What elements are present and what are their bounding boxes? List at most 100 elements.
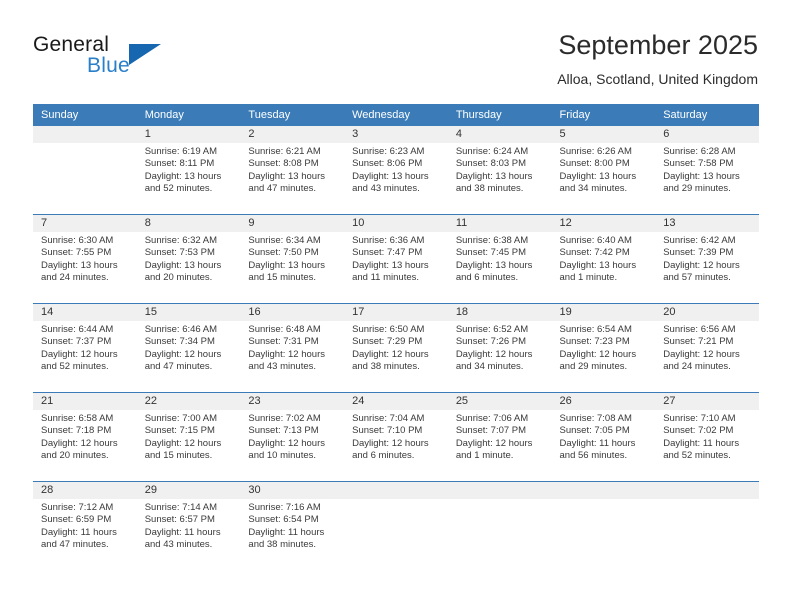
sunset-text: Sunset: 7:07 PM	[455, 425, 527, 437]
day-number	[655, 482, 759, 499]
day-number: 29	[136, 482, 241, 499]
calendar-day-cell[interactable]: 22 Sunrise: 7:00 AM Sunset: 7:15 PM Dayligh…	[136, 392, 241, 482]
sunset-text: Sunset: 7:02 PM	[663, 425, 734, 437]
general-blue-logo[interactable]: General Blue	[33, 33, 213, 88]
day-details: Sunrise: 7:10 AM Sunset: 7:02 PM Daylight:…	[655, 410, 759, 463]
sunset-text: Sunset: 7:39 PM	[663, 247, 734, 259]
day-details: Sunrise: 6:30 AM Sunset: 7:55 PM Daylight:…	[33, 232, 137, 285]
calendar-day-cell[interactable]: 24 Sunrise: 7:04 AM Sunset: 7:10 PM Dayligh…	[344, 392, 448, 482]
calendar-day-cell[interactable]: 13 Sunrise: 6:42 AM Sunset: 7:39 PM Dayligh…	[655, 214, 759, 304]
sunrise-text: Sunrise: 6:23 AM	[352, 146, 425, 157]
day-cell-inner: 28 Sunrise: 7:12 AM Sunset: 6:59 PM Dayligh…	[33, 482, 137, 570]
day-cell-inner	[447, 482, 552, 570]
day-number: 10	[344, 215, 448, 232]
calendar-day-cell[interactable]: 9 Sunrise: 6:34 AM Sunset: 7:50 PM Daylight…	[240, 214, 345, 304]
calendar-day-cell[interactable]: 12 Sunrise: 6:40 AM Sunset: 7:42 PM Dayligh…	[551, 214, 656, 304]
sunset-text: Sunset: 7:18 PM	[41, 425, 112, 437]
sunrise-text: Sunrise: 6:42 AM	[663, 235, 736, 246]
daylight-text: Daylight: 12 hours and 29 minutes.	[559, 348, 637, 373]
daylight-text: Daylight: 13 hours and 52 minutes.	[144, 170, 222, 195]
calendar-day-cell[interactable]: 3 Sunrise: 6:23 AM Sunset: 8:06 PM Daylight…	[344, 126, 448, 215]
sunset-text: Sunset: 8:08 PM	[248, 158, 319, 170]
sunrise-text: Sunrise: 7:00 AM	[144, 413, 218, 424]
calendar-day-cell[interactable]: 4 Sunrise: 6:24 AM Sunset: 8:03 PM Daylight…	[447, 126, 552, 215]
sunrise-text: Sunrise: 6:21 AM	[248, 146, 321, 157]
calendar-day-cell[interactable]: 2 Sunrise: 6:21 AM Sunset: 8:08 PM Daylight…	[240, 126, 345, 215]
day-details: Sunrise: 6:48 AM Sunset: 7:31 PM Daylight:…	[240, 321, 344, 374]
weekday-header-wednesday: Wednesday	[344, 104, 448, 126]
day-details: Sunrise: 6:52 AM Sunset: 7:26 PM Daylight:…	[448, 321, 552, 374]
day-cell-inner: 8 Sunrise: 6:32 AM Sunset: 7:53 PM Daylight…	[136, 215, 241, 303]
calendar-day-cell[interactable]: 26 Sunrise: 7:08 AM Sunset: 7:05 PM Dayligh…	[551, 392, 656, 482]
calendar-day-cell[interactable]: 1 Sunrise: 6:19 AM Sunset: 8:11 PM Daylight…	[136, 126, 241, 215]
day-details: Sunrise: 6:42 AM Sunset: 7:39 PM Daylight:…	[655, 232, 759, 285]
calendar-day-cell[interactable]: 5 Sunrise: 6:26 AM Sunset: 8:00 PM Daylight…	[551, 126, 656, 215]
calendar-day-cell[interactable]: 21 Sunrise: 6:58 AM Sunset: 7:18 PM Dayligh…	[33, 392, 137, 482]
calendar-day-cell[interactable]: 19 Sunrise: 6:54 AM Sunset: 7:23 PM Dayligh…	[551, 303, 656, 393]
day-number: 16	[240, 304, 345, 321]
calendar-day-cell[interactable]: 16 Sunrise: 6:48 AM Sunset: 7:31 PM Dayligh…	[240, 303, 345, 393]
daylight-text: Daylight: 12 hours and 24 minutes.	[663, 348, 740, 373]
day-cell-inner: 2 Sunrise: 6:21 AM Sunset: 8:08 PM Daylight…	[240, 126, 345, 214]
calendar-day-cell[interactable]: 20 Sunrise: 6:56 AM Sunset: 7:21 PM Dayligh…	[655, 303, 759, 393]
sunset-text: Sunset: 7:47 PM	[352, 247, 423, 259]
day-details: Sunrise: 6:26 AM Sunset: 8:00 PM Daylight:…	[552, 143, 656, 196]
calendar-day-cell[interactable]: 18 Sunrise: 6:52 AM Sunset: 7:26 PM Dayligh…	[447, 303, 552, 393]
day-number: 8	[136, 215, 241, 232]
sunset-text: Sunset: 7:29 PM	[352, 336, 423, 348]
daylight-text: Daylight: 11 hours and 47 minutes.	[41, 526, 117, 551]
calendar-day-cell[interactable]: 6 Sunrise: 6:28 AM Sunset: 7:58 PM Daylight…	[655, 126, 759, 215]
sunrise-text: Sunrise: 7:08 AM	[559, 413, 632, 424]
day-number: 22	[136, 393, 241, 410]
sunset-text: Sunset: 7:13 PM	[248, 425, 319, 437]
calendar-day-cell[interactable]: 8 Sunrise: 6:32 AM Sunset: 7:53 PM Daylight…	[136, 214, 241, 304]
day-cell-inner: 25 Sunrise: 7:06 AM Sunset: 7:07 PM Dayligh…	[447, 393, 552, 481]
calendar-day-cell[interactable]: 11 Sunrise: 6:38 AM Sunset: 7:45 PM Dayligh…	[447, 214, 552, 304]
day-cell-inner: 14 Sunrise: 6:44 AM Sunset: 7:37 PM Dayligh…	[33, 304, 137, 392]
sunrise-text: Sunrise: 6:56 AM	[663, 324, 736, 335]
day-number: 3	[344, 126, 448, 143]
sunset-text: Sunset: 7:05 PM	[559, 425, 630, 437]
sunrise-text: Sunrise: 7:02 AM	[248, 413, 321, 424]
calendar-day-cell[interactable]: 28 Sunrise: 7:12 AM Sunset: 6:59 PM Dayligh…	[33, 481, 137, 570]
sunset-text: Sunset: 7:37 PM	[41, 336, 112, 348]
sunrise-text: Sunrise: 6:50 AM	[352, 324, 425, 335]
calendar-day-cell[interactable]: 29 Sunrise: 7:14 AM Sunset: 6:57 PM Dayligh…	[136, 481, 241, 570]
day-number: 18	[447, 304, 552, 321]
day-cell-inner: 15 Sunrise: 6:46 AM Sunset: 7:34 PM Dayligh…	[136, 304, 241, 392]
daylight-text: Daylight: 12 hours and 1 minute.	[455, 437, 533, 462]
day-number: 4	[447, 126, 552, 143]
sunset-text: Sunset: 7:58 PM	[663, 158, 734, 170]
calendar-day-cell[interactable]: 23 Sunrise: 7:02 AM Sunset: 7:13 PM Dayligh…	[240, 392, 345, 482]
sunset-text: Sunset: 7:45 PM	[455, 247, 527, 259]
calendar-day-cell[interactable]: 17 Sunrise: 6:50 AM Sunset: 7:29 PM Dayligh…	[344, 303, 448, 393]
calendar-day-cell[interactable]: 7 Sunrise: 6:30 AM Sunset: 7:55 PM Daylight…	[33, 214, 137, 304]
calendar-day-cell[interactable]: 10 Sunrise: 6:36 AM Sunset: 7:47 PM Dayligh…	[344, 214, 448, 304]
daylight-text: Daylight: 13 hours and 11 minutes.	[352, 259, 429, 284]
day-cell-inner: 19 Sunrise: 6:54 AM Sunset: 7:23 PM Dayligh…	[551, 304, 656, 392]
calendar-day-cell[interactable]: 14 Sunrise: 6:44 AM Sunset: 7:37 PM Dayligh…	[33, 303, 137, 393]
weekday-header-row: Sunday Monday Tuesday Wednesday Thursday…	[33, 104, 759, 126]
sunrise-text: Sunrise: 6:30 AM	[41, 235, 114, 246]
day-cell-inner: 21 Sunrise: 6:58 AM Sunset: 7:18 PM Dayligh…	[33, 393, 137, 481]
calendar-page: General Blue September 2025 Alloa, Scotl…	[0, 0, 792, 612]
sunrise-text: Sunrise: 6:46 AM	[144, 324, 218, 335]
day-details: Sunrise: 7:04 AM Sunset: 7:10 PM Daylight:…	[344, 410, 448, 463]
calendar-day-cell[interactable]: 15 Sunrise: 6:46 AM Sunset: 7:34 PM Dayligh…	[136, 303, 241, 393]
day-number: 7	[33, 215, 137, 232]
daylight-text: Daylight: 13 hours and 6 minutes.	[455, 259, 533, 284]
day-details: Sunrise: 6:58 AM Sunset: 7:18 PM Daylight:…	[33, 410, 137, 463]
day-number: 13	[655, 215, 759, 232]
day-number: 21	[33, 393, 137, 410]
day-number: 25	[447, 393, 552, 410]
daylight-text: Daylight: 13 hours and 1 minute.	[559, 259, 637, 284]
calendar-day-cell[interactable]: 25 Sunrise: 7:06 AM Sunset: 7:07 PM Dayligh…	[447, 392, 552, 482]
day-cell-inner: 17 Sunrise: 6:50 AM Sunset: 7:29 PM Dayligh…	[344, 304, 448, 392]
calendar-day-cell[interactable]: 30 Sunrise: 7:16 AM Sunset: 6:54 PM Dayligh…	[240, 481, 345, 570]
calendar-day-cell[interactable]: 27 Sunrise: 7:10 AM Sunset: 7:02 PM Dayligh…	[655, 392, 759, 482]
day-number: 20	[655, 304, 759, 321]
day-cell-inner: 1 Sunrise: 6:19 AM Sunset: 8:11 PM Daylight…	[136, 126, 241, 214]
day-number: 6	[655, 126, 759, 143]
daylight-text: Daylight: 12 hours and 43 minutes.	[248, 348, 325, 373]
day-details: Sunrise: 6:46 AM Sunset: 7:34 PM Daylight:…	[137, 321, 241, 374]
